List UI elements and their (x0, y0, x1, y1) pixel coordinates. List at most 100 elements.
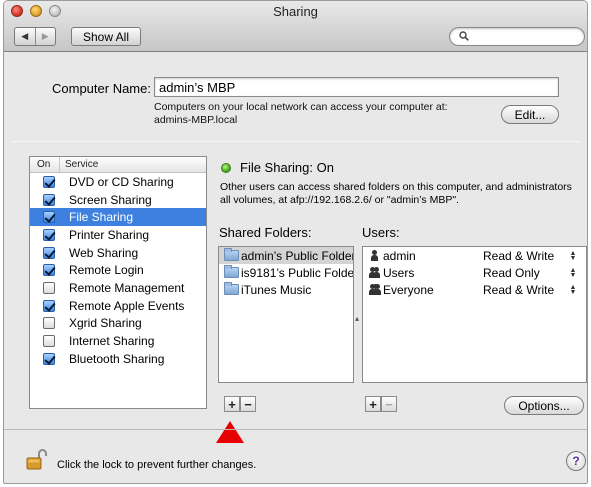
popup-arrows-icon[interactable]: ▲ ▼ (567, 267, 579, 279)
service-checkbox-cell (30, 335, 66, 348)
service-list-header: On Service (30, 157, 206, 173)
service-name: Xgrid Sharing (69, 316, 142, 331)
popup-arrows-icon[interactable]: ▲ ▼ (567, 284, 579, 296)
person-glyph (373, 267, 380, 278)
remove-folder-button[interactable]: − (240, 396, 256, 412)
folder-name: iTunes Music (241, 282, 312, 297)
file-sharing-description: Other users can access shared folders on… (220, 181, 572, 206)
service-rows: DVD or CD Sharing Screen Sharing File Shar… (30, 173, 206, 368)
service-row[interactable]: Remote Login (30, 261, 206, 279)
splitter-handle-icon: ▴ (355, 314, 360, 323)
service-name: File Sharing (69, 210, 134, 225)
lock-message: Click the lock to prevent further change… (57, 459, 257, 471)
service-row[interactable]: Xgrid Sharing (30, 315, 206, 333)
service-checkbox-cell (30, 228, 66, 241)
service-row[interactable]: Web Sharing (30, 244, 206, 262)
annotation-arrow-icon (216, 421, 244, 443)
service-checkbox-cell (30, 193, 66, 206)
service-checkbox[interactable] (43, 246, 55, 259)
service-checkbox-cell (30, 299, 66, 312)
folder-icon (224, 265, 239, 278)
divider (11, 141, 580, 142)
permission-popup[interactable]: Read & Write (479, 249, 567, 263)
service-row[interactable]: DVD or CD Sharing (30, 173, 206, 191)
add-folder-button[interactable]: + (224, 396, 240, 412)
service-checkbox-cell (30, 211, 66, 224)
help-button[interactable]: ? (566, 451, 586, 471)
service-name: Bluetooth Sharing (69, 351, 165, 366)
permission-popup[interactable]: Read & Write (479, 283, 567, 297)
user-row[interactable]: Everyone Read & Write ▲ ▼ (363, 281, 586, 298)
add-user-button[interactable]: + (365, 396, 381, 412)
everyone-icon (363, 284, 381, 295)
search-field[interactable] (449, 27, 585, 46)
shared-folder-row[interactable]: is9181’s Public Folder (219, 264, 353, 281)
service-row[interactable]: Bluetooth Sharing (30, 350, 206, 368)
service-checkbox[interactable] (43, 264, 55, 277)
service-checkbox-cell (30, 175, 66, 188)
service-name: Printer Sharing (69, 227, 150, 242)
folder-icon (224, 282, 239, 295)
service-checkbox[interactable] (43, 193, 55, 206)
search-icon (459, 31, 469, 41)
service-row[interactable]: Remote Apple Events (30, 297, 206, 315)
shared-folder-row[interactable]: iTunes Music (219, 281, 353, 298)
users-label: Users: (362, 225, 400, 240)
user-name: admin (383, 248, 416, 263)
window-title: Sharing (273, 4, 318, 19)
service-checkbox[interactable] (43, 335, 55, 348)
shared-folders-list: admin’s Public Folder is9181’s Public Fol… (218, 246, 354, 383)
service-checkbox-cell (30, 264, 66, 277)
sharing-window: Sharing ◀ ▶ Show All Computer Name: admi… (3, 0, 588, 484)
service-row[interactable]: Printer Sharing (30, 226, 206, 244)
service-checkbox[interactable] (43, 281, 55, 294)
show-all-button[interactable]: Show All (71, 27, 141, 46)
computer-name-field[interactable]: admin’s MBP (154, 77, 559, 97)
service-name: Remote Login (69, 263, 144, 278)
local-hostname: admins-MBP.local (154, 114, 238, 126)
computer-name-note-line1: Computers on your local network can acce… (154, 101, 448, 113)
folder-name: is9181’s Public Folder (241, 265, 353, 280)
service-column-header[interactable]: Service (60, 157, 98, 172)
user-name: Users (383, 265, 415, 280)
service-checkbox[interactable] (43, 352, 55, 365)
service-checkbox[interactable] (43, 228, 55, 241)
service-name: Remote Management (69, 280, 185, 295)
popup-arrows-icon[interactable]: ▲ ▼ (567, 250, 579, 262)
service-checkbox-cell (30, 281, 66, 294)
service-row[interactable]: Remote Management (30, 279, 206, 297)
service-row[interactable]: Internet Sharing (30, 332, 206, 350)
service-name: Remote Apple Events (69, 298, 185, 313)
person-glyph (374, 284, 381, 295)
service-row[interactable]: Screen Sharing (30, 191, 206, 209)
users-list: admin Read & Write ▲ ▼ Users Read Only ▲ ▼ Every… (362, 246, 587, 383)
user-row[interactable]: Users Read Only ▲ ▼ (363, 264, 586, 281)
service-name: DVD or CD Sharing (69, 174, 174, 189)
on-column-header[interactable]: On (30, 157, 60, 172)
service-name: Screen Sharing (69, 192, 152, 207)
service-list: On Service DVD or CD Sharing Screen Shari… (29, 156, 207, 409)
forward-button[interactable]: ▶ (34, 28, 56, 45)
edit-button[interactable]: Edit... (501, 105, 559, 124)
shared-folder-row[interactable]: admin’s Public Folder (219, 247, 353, 264)
permission-popup[interactable]: Read Only (479, 266, 567, 280)
toolbar: Sharing ◀ ▶ Show All (4, 1, 587, 52)
user-row[interactable]: admin Read & Write ▲ ▼ (363, 247, 586, 264)
options-button[interactable]: Options... (504, 396, 584, 415)
back-button[interactable]: ◀ (15, 28, 35, 45)
user-name: Everyone (383, 282, 434, 297)
service-name: Web Sharing (69, 245, 139, 260)
computer-name-note: Computers on your local network can acce… (154, 101, 494, 127)
remove-user-button[interactable]: − (381, 396, 397, 412)
service-checkbox[interactable] (43, 317, 55, 330)
unlocked-lock-icon[interactable] (26, 448, 48, 470)
service-checkbox[interactable] (43, 299, 55, 312)
service-checkbox[interactable] (43, 175, 55, 188)
status-indicator-icon (221, 163, 231, 173)
service-checkbox-cell (30, 352, 66, 365)
group-icon (363, 267, 380, 278)
person-glyph (370, 250, 378, 261)
service-row[interactable]: File Sharing (30, 208, 206, 227)
service-checkbox[interactable] (43, 211, 55, 224)
folder-rows: admin’s Public Folder is9181’s Public Fol… (219, 247, 353, 298)
